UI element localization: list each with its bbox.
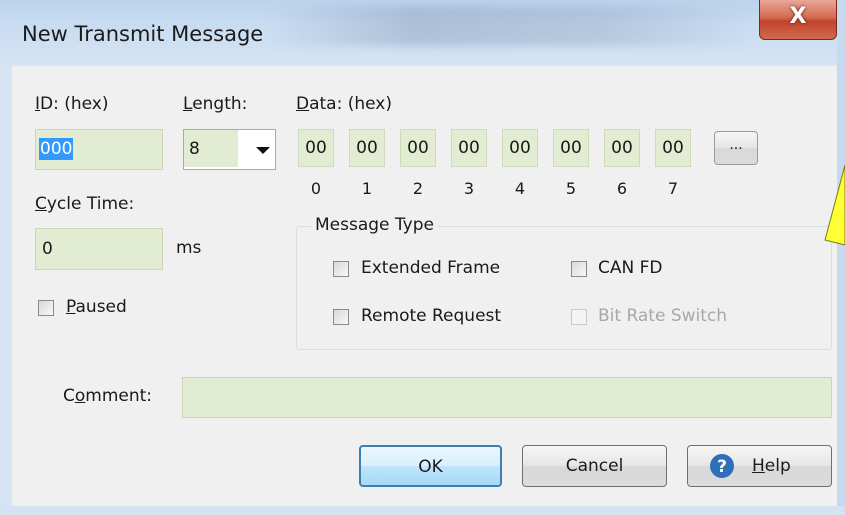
- data-index-2: 2: [412, 179, 424, 198]
- title-bar[interactable]: New Transmit Message: [0, 0, 845, 66]
- extended-frame-checkbox[interactable]: [333, 261, 349, 277]
- help-icon: ?: [710, 454, 734, 478]
- length-select[interactable]: 8: [183, 129, 276, 170]
- svg-text:?: ?: [717, 457, 727, 477]
- data-byte-7[interactable]: 00: [655, 129, 691, 167]
- data-byte-0[interactable]: 00: [298, 129, 334, 167]
- extended-frame-label[interactable]: Extended Frame: [361, 258, 500, 278]
- remote-request-label[interactable]: Remote Request: [361, 306, 501, 326]
- annotation-arrow: [824, 164, 845, 246]
- paused-checkbox[interactable]: [38, 300, 54, 316]
- cancel-button[interactable]: Cancel: [522, 445, 667, 487]
- can-fd-label[interactable]: CAN FD: [598, 258, 663, 278]
- help-label: Help: [752, 456, 791, 476]
- data-byte-2[interactable]: 00: [400, 129, 436, 167]
- length-label: Length:: [183, 94, 248, 114]
- window-frame-bottom: [0, 506, 845, 515]
- can-fd-checkbox[interactable]: [571, 261, 587, 277]
- data-label: Data: (hex): [296, 94, 392, 114]
- message-type-group: [296, 226, 832, 350]
- data-index-3: 3: [463, 179, 475, 198]
- data-byte-6[interactable]: 00: [604, 129, 640, 167]
- id-label: ID: (hex): [35, 94, 109, 114]
- ok-button[interactable]: OK: [359, 445, 502, 487]
- paused-label[interactable]: Paused: [66, 297, 127, 317]
- background-window-blur: [270, 6, 750, 46]
- window-title: New Transmit Message: [22, 22, 264, 46]
- help-button[interactable]: ? Help: [687, 445, 832, 487]
- data-byte-5[interactable]: 00: [553, 129, 589, 167]
- data-index-7: 7: [667, 179, 679, 198]
- comment-input[interactable]: [182, 377, 832, 418]
- remote-request-checkbox[interactable]: [333, 309, 349, 325]
- more-data-button[interactable]: ...: [714, 131, 758, 165]
- close-button[interactable]: X: [759, 0, 837, 40]
- data-byte-4[interactable]: 00: [502, 129, 538, 167]
- data-index-4: 4: [514, 179, 526, 198]
- data-byte-1[interactable]: 00: [349, 129, 385, 167]
- comment-label: Comment:: [63, 386, 153, 406]
- cycle-time-input[interactable]: 0: [35, 228, 163, 270]
- window-frame-right: [837, 0, 845, 515]
- data-index-6: 6: [616, 179, 628, 198]
- data-index-5: 5: [565, 179, 577, 198]
- data-index-0: 0: [310, 179, 322, 198]
- bit-rate-switch-checkbox: [571, 309, 587, 325]
- bit-rate-switch-label: Bit Rate Switch: [598, 306, 728, 326]
- cycle-time-unit: ms: [176, 238, 202, 258]
- data-byte-3[interactable]: 00: [451, 129, 487, 167]
- cycle-time-label: Cycle Time:: [35, 194, 135, 214]
- id-input[interactable]: 000: [35, 129, 163, 170]
- close-icon: X: [789, 4, 807, 29]
- dropdown-arrow-icon: [256, 147, 270, 154]
- window-frame-left: [0, 66, 12, 515]
- message-type-title: Message Type: [312, 215, 437, 235]
- data-index-1: 1: [361, 179, 373, 198]
